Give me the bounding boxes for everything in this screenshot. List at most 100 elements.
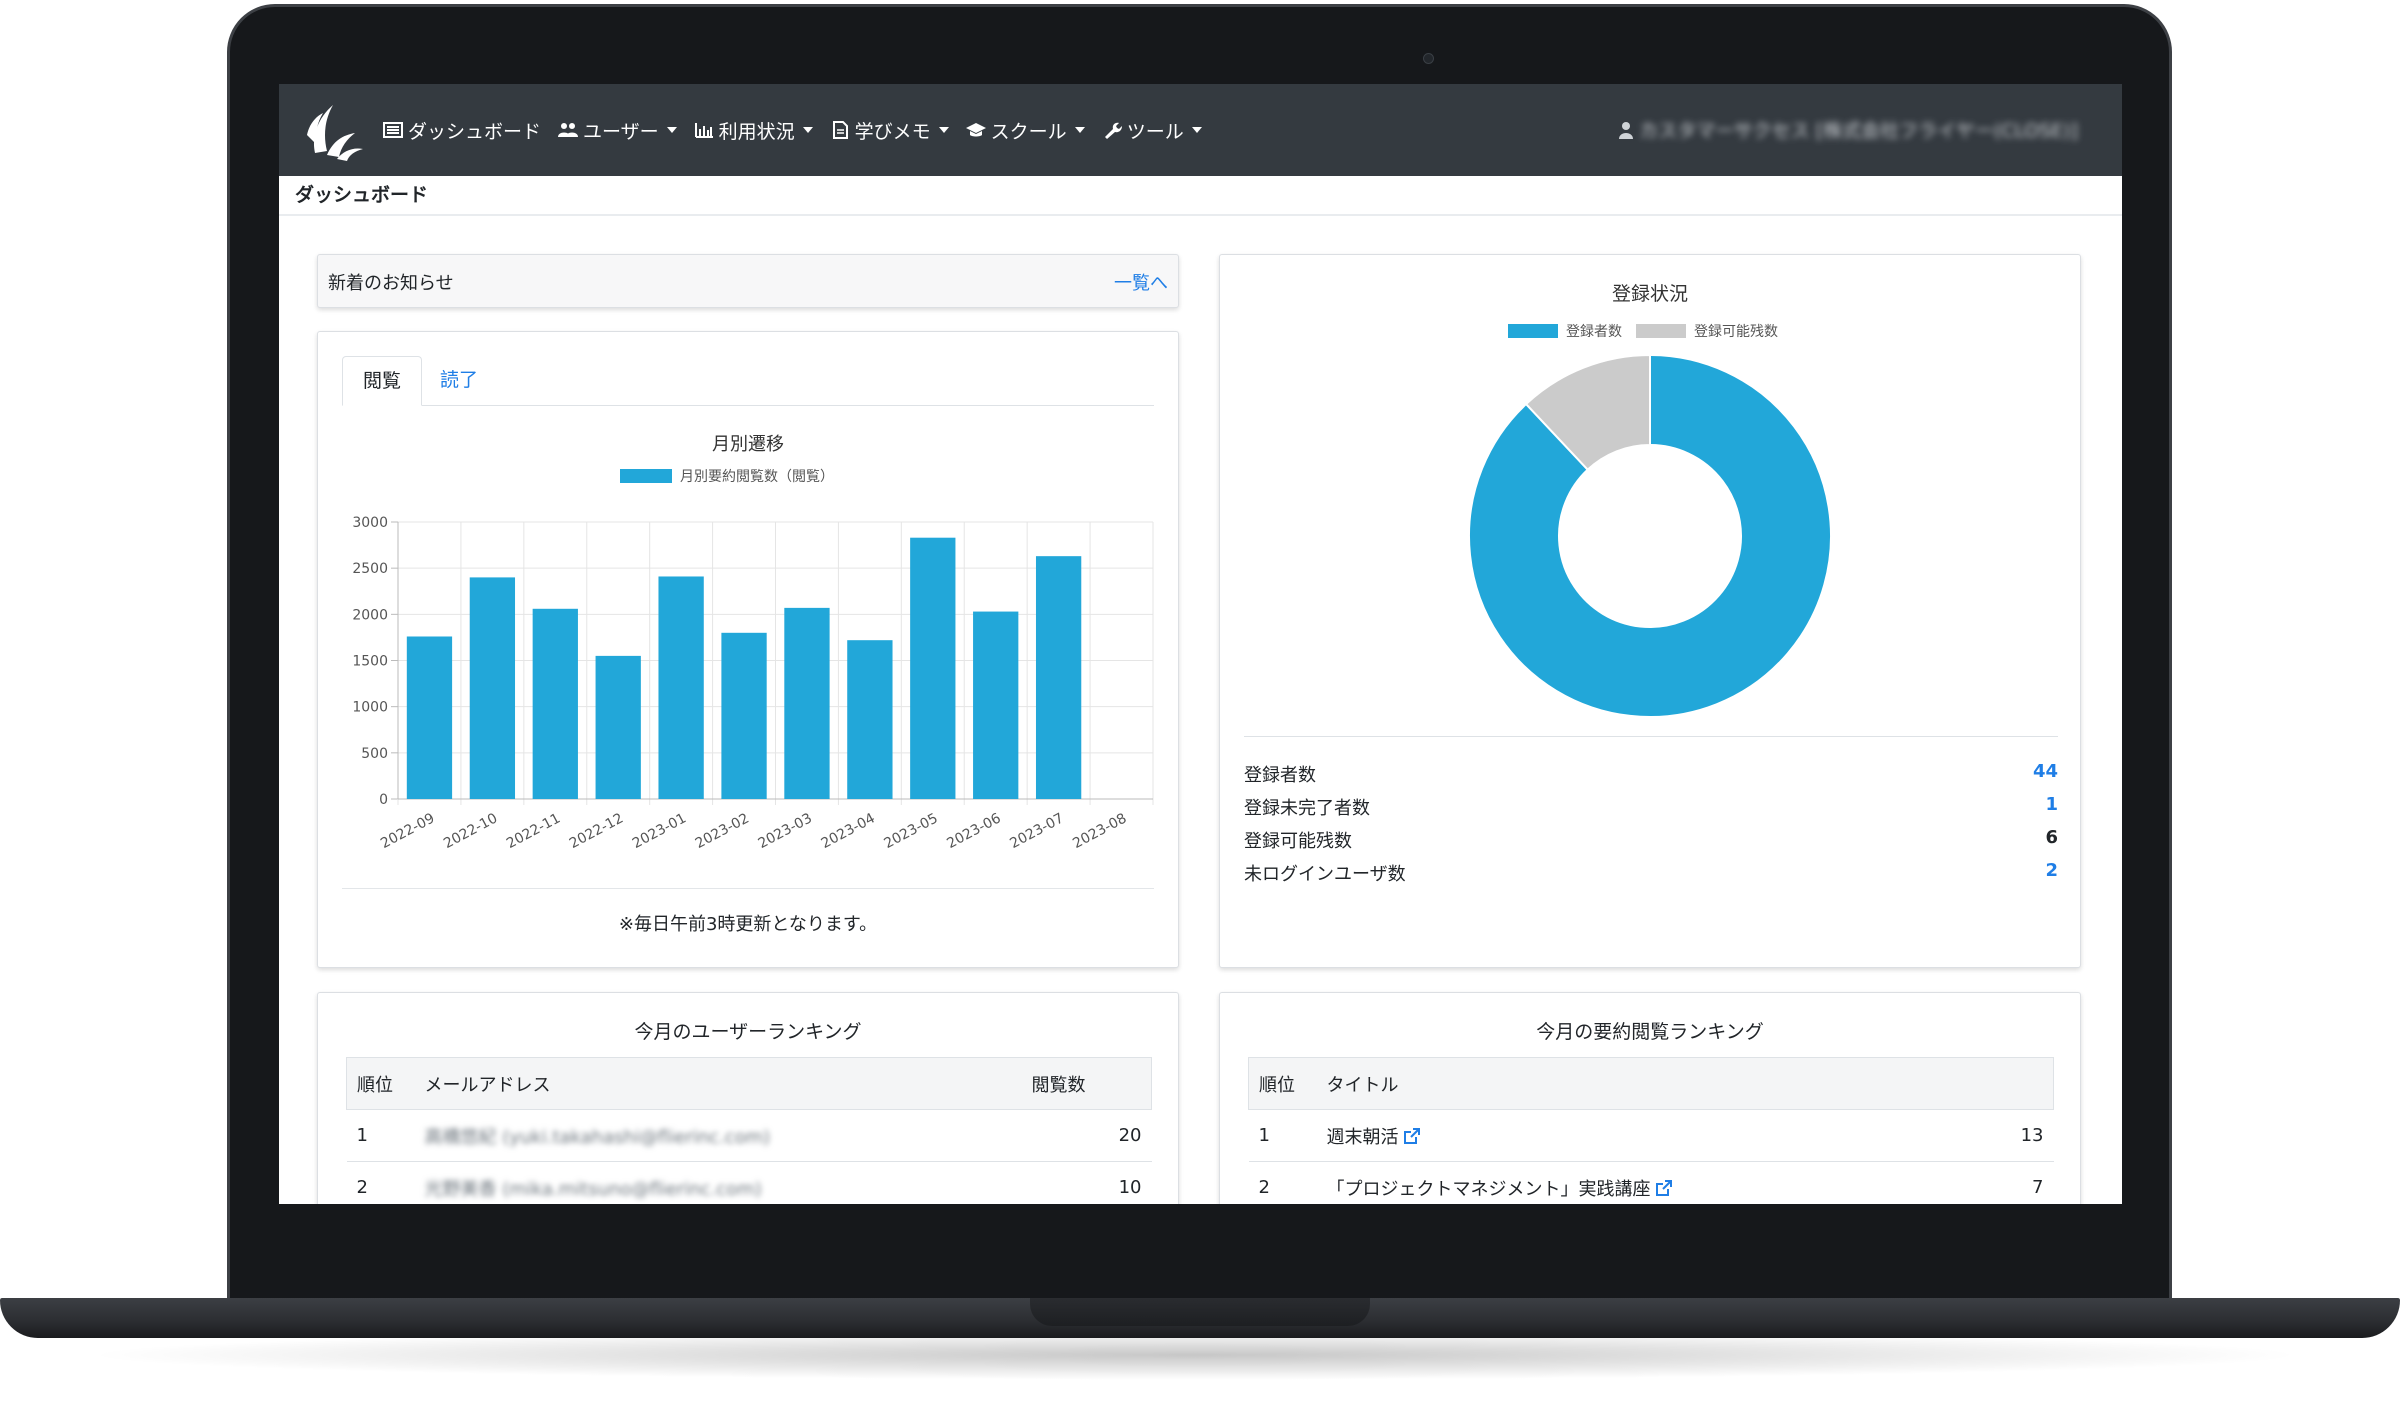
table-header: タイトル bbox=[1316, 1057, 1964, 1110]
bar bbox=[406, 636, 453, 799]
x-tick-label: 2022-10 bbox=[441, 810, 500, 852]
nav-dashboard[interactable]: ダッシュボード bbox=[383, 117, 541, 144]
monthly-chart-card: 閲覧 読了 月別遷移 月別要約閲覧数（閲覧） 0 500 1000 1500 2000 250… bbox=[317, 331, 1179, 968]
dashboard-icon bbox=[383, 122, 403, 138]
count-cell: 13 bbox=[1963, 1109, 2054, 1162]
x-tick-label: 2023-07 bbox=[1007, 810, 1066, 852]
x-tick-label: 2023-05 bbox=[882, 810, 941, 852]
legend-label: 登録可能残数 bbox=[1694, 324, 1778, 340]
legend-label: 月別要約閲覧数（閲覧） bbox=[680, 468, 834, 485]
app-screen: ダッシュボード ユーザー 利用状況 学びメモ スクール ツール カスタマーサクセ… bbox=[279, 84, 2122, 1204]
stat-row-incomplete: 登録未完了者数 1 bbox=[1244, 790, 2058, 820]
update-note: ※毎日午前3時更新となります。 bbox=[618, 914, 878, 935]
x-tick-label: 2022-12 bbox=[567, 810, 626, 852]
x-tick-label: 2023-04 bbox=[819, 810, 878, 852]
bar bbox=[1035, 556, 1082, 799]
bar bbox=[532, 608, 578, 799]
x-tick-label: 2023-03 bbox=[756, 810, 815, 852]
rank-cell: 1 bbox=[1248, 1109, 1317, 1162]
graduation-cap-icon bbox=[965, 123, 986, 137]
stat-row-remaining: 登録可能残数 6 bbox=[1244, 823, 2058, 853]
title-cell: 「プロジェクトマネジメント」実践講座 bbox=[1316, 1161, 1964, 1204]
stat-label: 登録者数 bbox=[1244, 765, 1316, 786]
page-title: ダッシュボード bbox=[279, 176, 2122, 216]
chart-title: 月別遷移 bbox=[712, 434, 784, 455]
stat-value-link[interactable]: 1 bbox=[2045, 794, 2058, 815]
bar-chart-icon bbox=[694, 123, 713, 138]
table-row: 2 「プロジェクトマネジメント」実践講座 7 bbox=[1248, 1161, 2054, 1204]
y-tick-label: 1000 bbox=[352, 700, 388, 716]
table-header bbox=[1963, 1057, 2054, 1110]
table-header-row: 順位 タイトル bbox=[1248, 1057, 2054, 1110]
news-title: 新着のお知らせ bbox=[328, 273, 454, 294]
x-tick-label: 2023-06 bbox=[944, 810, 1003, 852]
nav-usage-label: 利用状況 bbox=[718, 120, 795, 143]
user-menu[interactable]: カスタマーサクセス [株式会社フライヤー(CLOSE)] bbox=[1619, 116, 2078, 143]
rank-cell: 2 bbox=[1248, 1161, 1317, 1204]
chevron-down-icon bbox=[802, 127, 813, 133]
summary-title-link[interactable]: 「プロジェクトマネジメント」実践講座 bbox=[1327, 1179, 1651, 1200]
stat-label: 未ログインユーザ数 bbox=[1244, 864, 1406, 885]
external-link-icon[interactable] bbox=[1403, 1127, 1421, 1145]
chevron-down-icon bbox=[1074, 127, 1085, 133]
y-tick-label: 3000 bbox=[352, 515, 388, 531]
rank-cell: 1 bbox=[346, 1109, 415, 1162]
chart-title: 登録状況 bbox=[1612, 283, 1688, 305]
summary-ranking-table: 順位 タイトル 1 週末朝活 13 2 「プロジェクトマネジメント」実践講座 7 bbox=[1248, 1057, 2054, 1204]
tab-view[interactable]: 閲覧 bbox=[342, 356, 423, 406]
nav-usage[interactable]: 利用状況 bbox=[694, 117, 813, 144]
legend-label: 登録者数 bbox=[1566, 324, 1622, 340]
table-row: 1 週末朝活 13 bbox=[1248, 1109, 2054, 1162]
title-cell: 週末朝活 bbox=[1316, 1109, 1964, 1162]
nav-tools[interactable]: ツール bbox=[1102, 117, 1202, 144]
table-row: 1 高橋悠紀 (yuki.takahashi@flierinc.com) 20 bbox=[346, 1109, 1152, 1162]
brand-logo[interactable] bbox=[293, 95, 375, 165]
nav-school[interactable]: スクール bbox=[965, 117, 1085, 144]
y-tick-label: 500 bbox=[361, 746, 388, 762]
email-cell: 高橋悠紀 (yuki.takahashi@flierinc.com) bbox=[414, 1109, 1022, 1162]
table-header: メールアドレス bbox=[414, 1057, 1022, 1110]
stat-label: 登録未完了者数 bbox=[1244, 798, 1370, 819]
count-cell: 7 bbox=[1963, 1161, 2054, 1204]
stat-value: 6 bbox=[2045, 827, 2058, 848]
divider bbox=[342, 888, 1154, 889]
chevron-down-icon bbox=[666, 127, 677, 133]
stat-row-registered: 登録者数 44 bbox=[1244, 757, 2058, 787]
chevron-down-icon bbox=[1191, 127, 1202, 133]
legend-swatch bbox=[1636, 324, 1686, 338]
wrench-icon bbox=[1104, 122, 1122, 139]
registration-card: 登録状況登録者数 登録可能残数 登録者数 44 登録未完了者数 1 登録可能残数 … bbox=[1219, 254, 2081, 968]
stat-row-not-logged-in: 未ログインユーザ数 2 bbox=[1244, 856, 2058, 886]
nav-users-label: ユーザー bbox=[583, 120, 659, 143]
nav-users[interactable]: ユーザー bbox=[558, 117, 677, 144]
x-tick-label: 2023-02 bbox=[693, 810, 752, 852]
bar bbox=[847, 640, 893, 799]
x-tick-label: 2022-09 bbox=[378, 810, 437, 852]
tab-read[interactable]: 読了 bbox=[420, 356, 498, 406]
stat-value-link[interactable]: 44 bbox=[2033, 761, 2058, 782]
top-navbar: ダッシュボード ユーザー 利用状況 学びメモ スクール ツール カスタマーサクセ… bbox=[279, 84, 2122, 176]
divider bbox=[1244, 736, 2058, 737]
camera-icon bbox=[1423, 53, 1434, 64]
x-tick-label: 2022-11 bbox=[504, 810, 563, 852]
chart-tabs: 閲覧 読了 bbox=[342, 356, 1154, 406]
summary-ranking-title: 今月の要約閲覧ランキング bbox=[1536, 1021, 1764, 1043]
nav-school-label: スクール bbox=[990, 120, 1067, 143]
count-cell: 20 bbox=[1021, 1109, 1152, 1162]
user-ranking-table: 順位 メールアドレス 閲覧数 1 高橋悠紀 (yuki.takahashi@fl… bbox=[346, 1057, 1152, 1204]
news-list-link[interactable]: 一覧へ bbox=[1114, 269, 1168, 295]
table-row: 2 光野美香 (mika.mitsuno@flierinc.com) 10 bbox=[346, 1161, 1152, 1204]
nav-memo[interactable]: 学びメモ bbox=[830, 117, 949, 144]
x-tick-label: 2023-08 bbox=[1070, 810, 1129, 852]
users-icon bbox=[558, 123, 579, 137]
user-ranking-card: 今月のユーザーランキング 順位 メールアドレス 閲覧数 1 高橋悠紀 (yuki… bbox=[317, 992, 1179, 1204]
legend-swatch bbox=[620, 469, 672, 483]
legend-swatch bbox=[1508, 324, 1558, 338]
user-name: カスタマーサクセス [株式会社フライヤー(CLOSE)] bbox=[1639, 120, 2078, 142]
bar bbox=[595, 655, 641, 799]
bar bbox=[784, 607, 830, 799]
summary-title-link[interactable]: 週末朝活 bbox=[1327, 1127, 1399, 1148]
stat-value-link[interactable]: 2 bbox=[2045, 860, 2058, 881]
bar bbox=[910, 537, 956, 799]
external-link-icon[interactable] bbox=[1655, 1179, 1673, 1197]
